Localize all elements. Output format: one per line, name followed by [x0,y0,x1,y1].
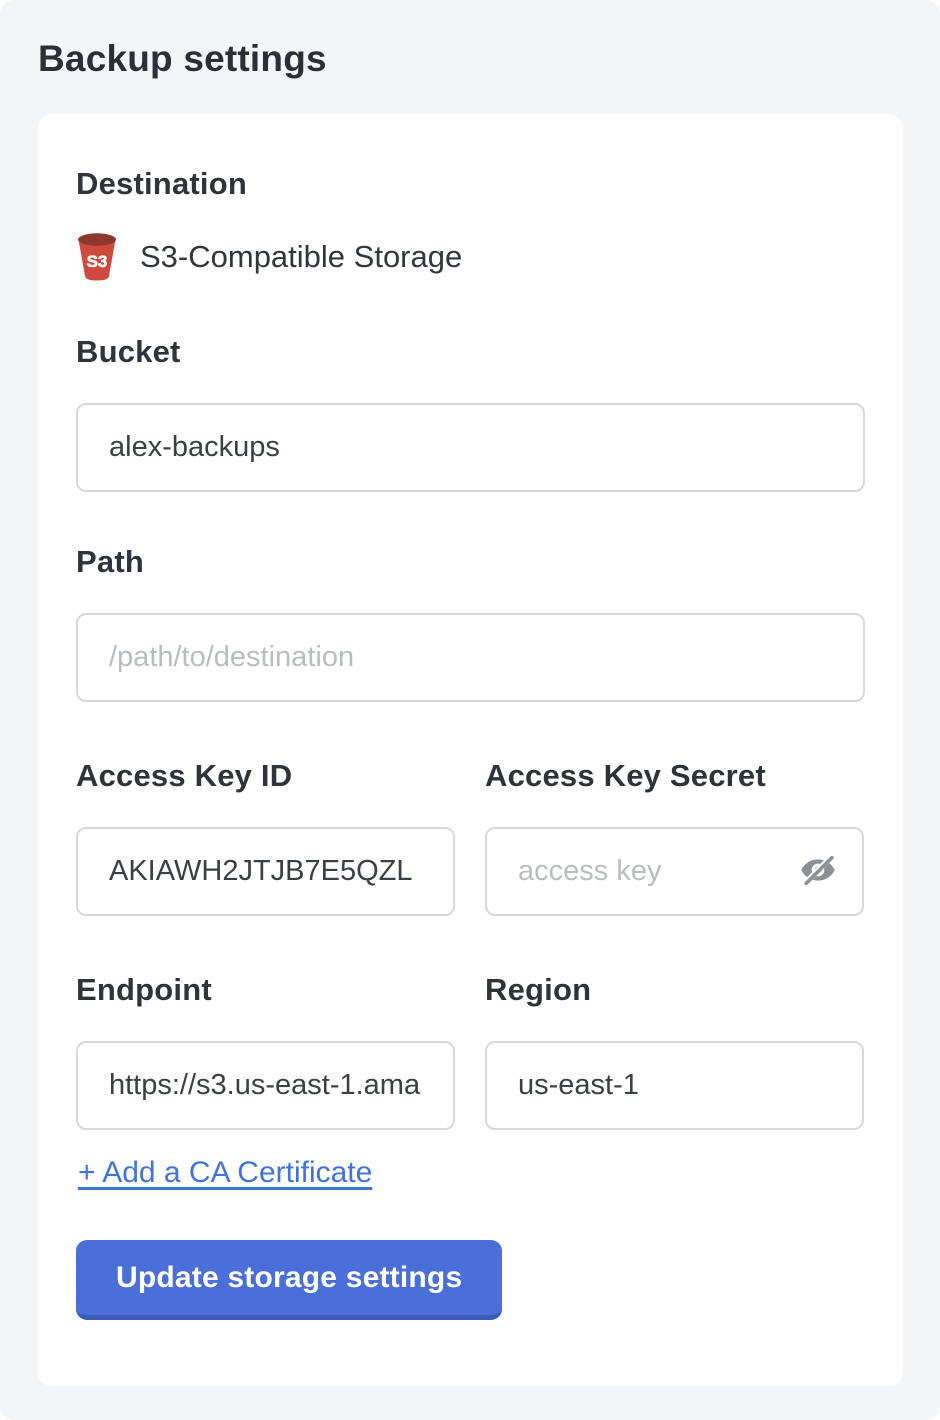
access-key-id-field: Access Key ID [76,758,455,916]
bucket-input[interactable] [76,403,865,492]
region-label: Region [485,972,591,1007]
page-title: Backup settings [38,34,903,80]
access-key-secret-label: Access Key Secret [485,758,766,793]
bucket-label: Bucket [76,334,181,369]
endpoint-label: Endpoint [76,972,212,1007]
ca-link-row: + Add a CA Certificate [76,1130,865,1190]
access-key-secret-input-wrap [485,827,864,916]
access-key-id-label: Access Key ID [76,758,292,793]
access-keys-row: Access Key ID Access Key Secret [76,758,865,916]
access-key-id-input[interactable] [76,827,455,916]
submit-row: Update storage settings [76,1190,865,1320]
access-key-secret-field: Access Key Secret [485,758,864,916]
path-field: Path [76,544,865,702]
region-field: Region [485,972,864,1130]
svg-text:S3: S3 [87,252,108,271]
path-input[interactable] [76,613,865,702]
eye-off-icon [799,851,837,892]
backup-settings-card: Destination S3 S3-Compatible Storage Buc… [38,114,903,1386]
toggle-secret-visibility-button[interactable] [798,852,838,892]
endpoint-region-row: Endpoint Region [76,972,865,1130]
add-ca-certificate-link[interactable]: + Add a CA Certificate [78,1156,372,1190]
destination-value-row: S3 S3-Compatible Storage [76,232,865,282]
bucket-field: Bucket [76,334,865,492]
update-storage-settings-button[interactable]: Update storage settings [76,1240,502,1320]
destination-value: S3-Compatible Storage [140,239,462,275]
destination-label: Destination [76,166,865,202]
destination-section: Destination S3 S3-Compatible Storage [76,166,865,282]
endpoint-input[interactable] [76,1041,455,1130]
region-input[interactable] [485,1041,864,1130]
s3-bucket-icon: S3 [76,232,118,282]
endpoint-field: Endpoint [76,972,455,1130]
path-label: Path [76,544,144,579]
backup-settings-page: Backup settings Destination S3 S3-Compat… [0,0,940,1420]
